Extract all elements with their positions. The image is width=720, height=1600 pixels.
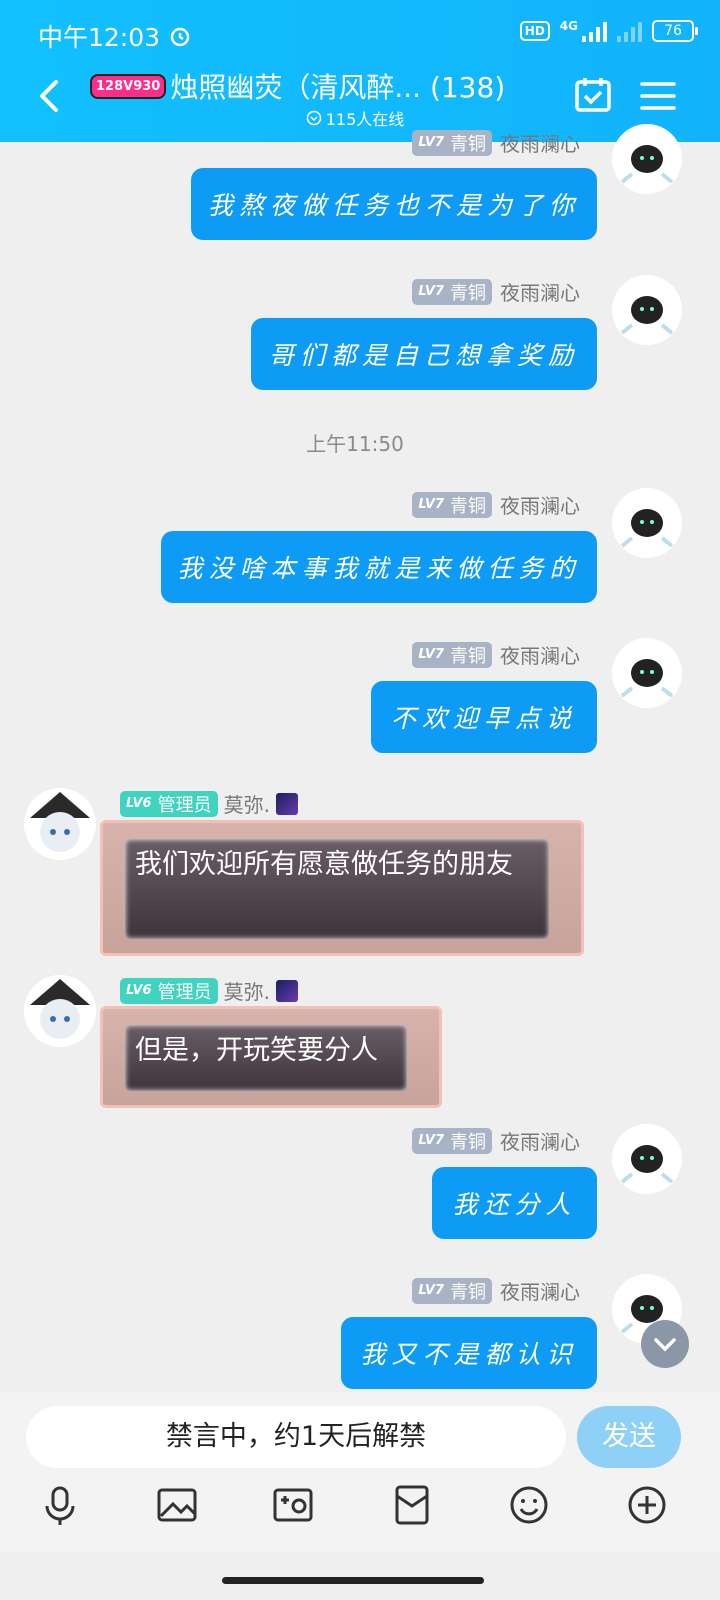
- microphone-icon[interactable]: [40, 1484, 80, 1526]
- alarm-icon: [170, 27, 190, 47]
- message-input-muted[interactable]: 禁言中，约1天后解禁: [26, 1406, 566, 1468]
- level-badge: LV6 管理员: [120, 977, 218, 1004]
- galaxy-icon: [275, 979, 298, 1002]
- message-bubble[interactable]: 我又不是都认识: [341, 1317, 597, 1389]
- status-bar-left: 中午12:03: [38, 18, 192, 54]
- level-badge: LV7 青铜: [412, 641, 492, 668]
- sender-name: 莫弥.: [223, 793, 270, 817]
- sender-meta: LV7 青铜 夜雨澜心: [412, 490, 580, 519]
- hd-indicator: HD: [519, 21, 550, 41]
- clock: 中午12:03: [38, 23, 161, 52]
- avatar[interactable]: [612, 124, 682, 194]
- avatar[interactable]: [612, 1124, 682, 1194]
- image-icon[interactable]: [157, 1484, 197, 1526]
- sender-meta: LV7 青铜 夜雨澜心: [412, 1126, 580, 1155]
- avatar[interactable]: [612, 488, 682, 558]
- sender-meta: LV7 青铜 夜雨澜心: [412, 128, 580, 157]
- sender-meta: LV7 青铜 夜雨澜心: [412, 640, 580, 669]
- rank-text: 青铜: [450, 282, 486, 304]
- rank-text: 管理员: [157, 981, 212, 1003]
- camera-icon[interactable]: [273, 1484, 313, 1526]
- battery-icon: 76: [652, 20, 698, 42]
- network-type: 4G: [559, 19, 578, 33]
- sender-name: 夜雨澜心: [500, 1130, 580, 1154]
- rank-text: 管理员: [157, 794, 212, 816]
- send-button[interactable]: 发送: [577, 1406, 681, 1468]
- sender-name: 莫弥.: [223, 980, 270, 1004]
- toolbar: [0, 1482, 720, 1552]
- time-separator: 上午11:50: [306, 432, 404, 456]
- level-text: LV6: [126, 796, 152, 811]
- sender-name: 夜雨澜心: [500, 644, 580, 668]
- level-text: LV7: [418, 1283, 444, 1298]
- level-badge: LV7 青铜: [412, 1127, 492, 1154]
- rank-text: 青铜: [450, 1131, 486, 1153]
- message-bubble-framed[interactable]: 我们欢迎所有愿意做任务的朋友: [100, 820, 584, 956]
- message-bubble-framed[interactable]: 但是，开玩笑要分人: [100, 1006, 442, 1108]
- scroll-to-bottom-button[interactable]: [641, 1320, 689, 1368]
- sender-name: 夜雨澜心: [500, 1280, 580, 1304]
- group-title[interactable]: 128V930 烛照幽荧（清风醉... (138): [90, 66, 505, 106]
- galaxy-icon: [275, 792, 298, 815]
- level-text: LV7: [418, 284, 444, 299]
- plus-icon[interactable]: [627, 1484, 667, 1526]
- sender-meta: LV7 青铜 夜雨澜心: [412, 277, 580, 306]
- message-text: 但是，开玩笑要分人: [125, 1025, 407, 1091]
- calendar-check-icon[interactable]: [574, 76, 612, 114]
- rank-text: 青铜: [450, 495, 486, 517]
- level-text: LV7: [418, 647, 444, 662]
- rank-text: 青铜: [450, 1281, 486, 1303]
- level-text: LV7: [418, 135, 444, 150]
- sender-meta: LV6 管理员 莫弥.: [120, 976, 298, 1005]
- emoji-icon[interactable]: [509, 1484, 549, 1526]
- level-badge: LV7 青铜: [412, 491, 492, 518]
- sender-meta: LV6 管理员 莫弥.: [120, 789, 298, 818]
- level-badge: LV7 青铜: [412, 129, 492, 156]
- sender-name: 夜雨澜心: [500, 132, 580, 156]
- message-text: 我们欢迎所有愿意做任务的朋友: [125, 839, 549, 939]
- battery-level: 76: [664, 23, 682, 39]
- chevron-down-icon: [654, 1338, 676, 1352]
- group-logo: 128V930: [90, 73, 167, 99]
- level-text: LV7: [418, 1133, 444, 1148]
- status-bar-right: HD 4G 76: [519, 19, 698, 42]
- admin-avatar[interactable]: [24, 975, 96, 1047]
- level-badge: LV7 青铜: [412, 1277, 492, 1304]
- home-indicator[interactable]: [222, 1577, 484, 1584]
- chevron-down-icon: [306, 110, 321, 126]
- level-badge: LV7 青铜: [412, 278, 492, 305]
- rank-text: 青铜: [450, 133, 486, 155]
- level-badge: LV6 管理员: [120, 790, 218, 817]
- online-count-text: 115人在线: [325, 110, 405, 129]
- sender-meta: LV7 青铜 夜雨澜心: [412, 1276, 580, 1305]
- avatar[interactable]: [612, 275, 682, 345]
- message-bubble[interactable]: 哥们都是自己想拿奖励: [251, 318, 597, 390]
- rank-text: 青铜: [450, 645, 486, 667]
- level-text: LV7: [418, 497, 444, 512]
- sender-name: 夜雨澜心: [500, 494, 580, 518]
- message-bubble[interactable]: 我还分人: [432, 1167, 597, 1239]
- message-bubble[interactable]: 我没啥本事我就是来做任务的: [161, 531, 597, 603]
- chat-header: 中午12:03 HD 4G 76 128V930 烛照幽荧（清风醉... (13…: [0, 0, 720, 142]
- message-bubble[interactable]: 我熬夜做任务也不是为了你: [191, 168, 597, 240]
- sender-name: 夜雨澜心: [500, 281, 580, 305]
- signal-2-icon: [617, 20, 642, 42]
- message-bubble[interactable]: 不欢迎早点说: [371, 681, 597, 753]
- menu-icon[interactable]: [640, 80, 676, 112]
- red-packet-icon[interactable]: [392, 1484, 432, 1526]
- level-text: LV6: [126, 983, 152, 998]
- avatar[interactable]: [612, 638, 682, 708]
- admin-avatar[interactable]: [24, 788, 96, 860]
- signal-icon: [582, 20, 607, 42]
- group-name: 烛照幽荧（清风醉... (138): [170, 71, 506, 104]
